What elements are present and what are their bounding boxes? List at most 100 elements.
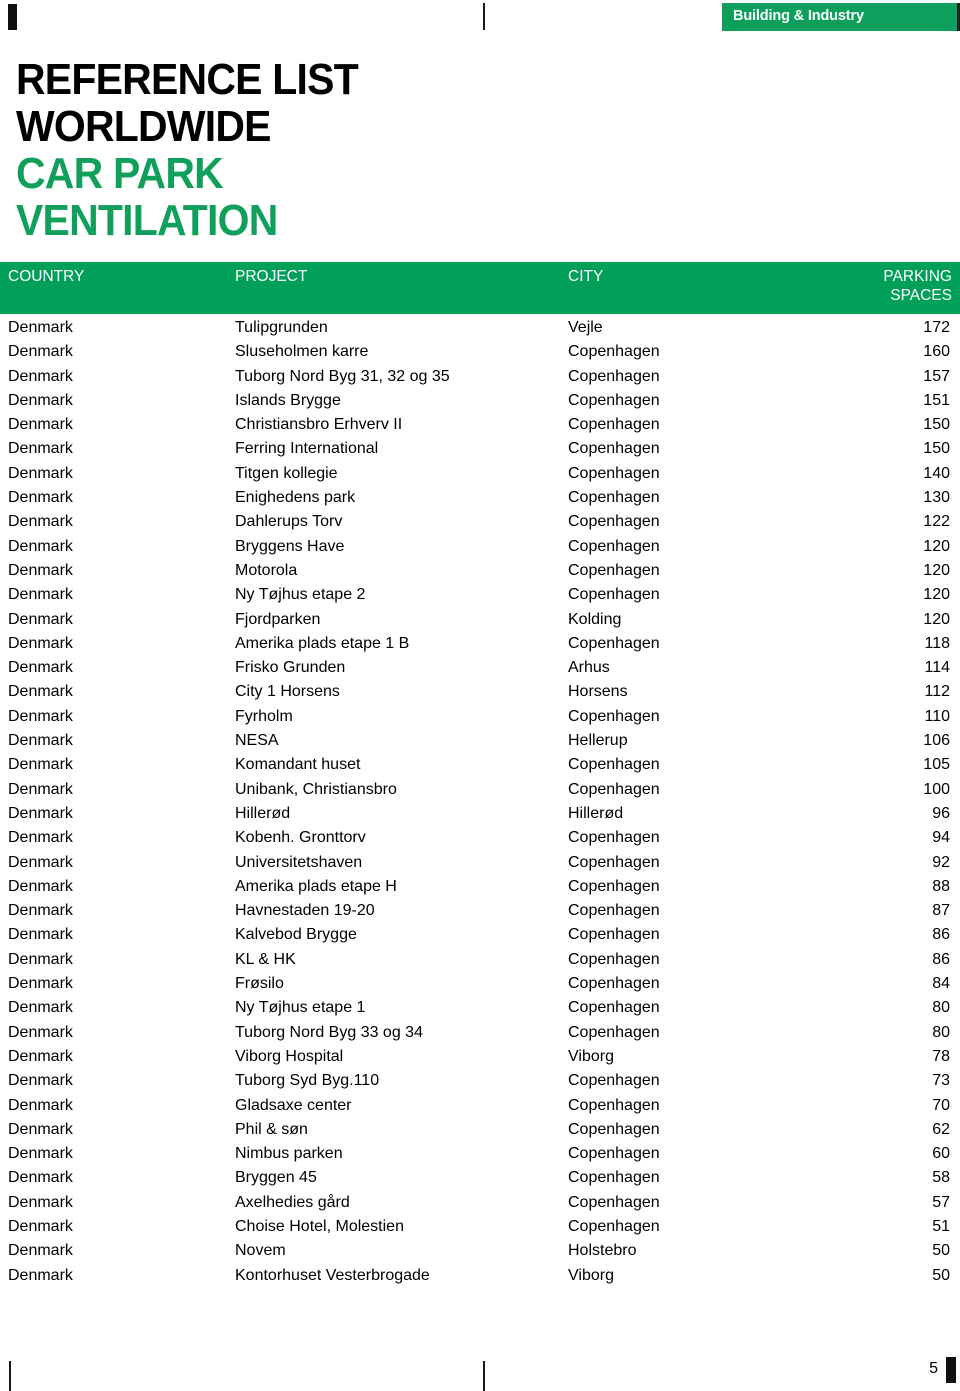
table-cell-country: Denmark: [8, 1145, 73, 1163]
table-cell-country: Denmark: [8, 610, 73, 628]
table-row: Denmark Frøsilo Copenhagen 84: [0, 972, 960, 996]
table-cell-project: Christiansbro Erhverv II: [235, 416, 403, 434]
table-cell-parking-spaces: 96: [932, 804, 950, 822]
table-cell-country: Denmark: [8, 829, 73, 847]
table-cell-project: Fjordparken: [235, 610, 321, 628]
table-cell-country: Denmark: [8, 343, 73, 361]
table-cell-country: Denmark: [8, 950, 73, 968]
table-cell-project: Ny Tøjhus etape 2: [235, 586, 366, 604]
table-cell-project: Kontorhuset Vesterbrogade: [235, 1266, 430, 1284]
table-cell-city: Copenhagen: [568, 440, 660, 458]
table-cell-project: Axelhedies gård: [235, 1193, 350, 1211]
table-row: Denmark Amerika plads etape H Copenhagen 88: [0, 875, 960, 899]
table-row: Denmark Frisko Grunden Arhus 114: [0, 656, 960, 680]
page-number: 5: [929, 1360, 938, 1377]
crop-mark-bottom-center-icon: [483, 1361, 485, 1391]
crop-mark-bottom-left-icon: [9, 1361, 11, 1391]
table-cell-country: Denmark: [8, 1169, 73, 1187]
table-cell-country: Denmark: [8, 586, 73, 604]
table-cell-project: Frisko Grunden: [235, 659, 346, 677]
page-title: REFERENCE LIST WORLDWIDE CAR PARK VENTIL…: [16, 56, 536, 244]
table-cell-project: KL & HK: [235, 950, 296, 968]
table-cell-country: Denmark: [8, 707, 73, 725]
table-cell-city: Copenhagen: [568, 829, 660, 847]
column-header-project: PROJECT: [235, 268, 308, 285]
table-cell-parking-spaces: 120: [923, 537, 950, 555]
table-cell-parking-spaces: 120: [923, 610, 950, 628]
table-cell-country: Denmark: [8, 1266, 73, 1284]
table-cell-parking-spaces: 130: [923, 489, 950, 507]
table-cell-project: Havnestaden 19-20: [235, 902, 375, 920]
table-cell-country: Denmark: [8, 634, 73, 652]
table-cell-project: Fyrholm: [235, 707, 293, 725]
table-cell-project: Kobenh. Gronttorv: [235, 829, 366, 847]
table-cell-country: Denmark: [8, 391, 73, 409]
table-cell-city: Copenhagen: [568, 853, 660, 871]
table-cell-parking-spaces: 58: [932, 1169, 950, 1187]
table-cell-country: Denmark: [8, 416, 73, 434]
table-cell-project: Titgen kollegie: [235, 464, 338, 482]
table-cell-parking-spaces: 70: [932, 1096, 950, 1114]
table-cell-city: Copenhagen: [568, 877, 660, 895]
table-cell-country: Denmark: [8, 902, 73, 920]
table-cell-parking-spaces: 92: [932, 853, 950, 871]
table-cell-country: Denmark: [8, 1096, 73, 1114]
table-row: Denmark Titgen kollegie Copenhagen 140: [0, 462, 960, 486]
table-cell-parking-spaces: 88: [932, 877, 950, 895]
table-row: Denmark Hillerød Hillerød 96: [0, 802, 960, 826]
table-cell-parking-spaces: 140: [923, 464, 950, 482]
table-cell-city: Holstebro: [568, 1242, 637, 1260]
table-cell-project: Phil & søn: [235, 1120, 308, 1138]
table-cell-city: Copenhagen: [568, 1072, 660, 1090]
table-cell-country: Denmark: [8, 1120, 73, 1138]
table-cell-parking-spaces: 80: [932, 1023, 950, 1041]
table-cell-city: Viborg: [568, 1047, 614, 1065]
table-cell-city: Copenhagen: [568, 1023, 660, 1041]
table-cell-country: Denmark: [8, 853, 73, 871]
table-cell-country: Denmark: [8, 1023, 73, 1041]
table-cell-parking-spaces: 84: [932, 975, 950, 993]
table-cell-country: Denmark: [8, 489, 73, 507]
table-row: Denmark NESA Hellerup 106: [0, 729, 960, 753]
table-row: Denmark Bryggens Have Copenhagen 120: [0, 535, 960, 559]
table-cell-country: Denmark: [8, 367, 73, 385]
table-cell-country: Denmark: [8, 756, 73, 774]
table-row: Denmark Fjordparken Kolding 120: [0, 608, 960, 632]
table-row: Denmark Unibank, Christiansbro Copenhagen 1…: [0, 778, 960, 802]
table-cell-city: Copenhagen: [568, 780, 660, 798]
reference-table: COUNTRY PROJECT CITY PARKING SPACES Denm…: [0, 262, 960, 1288]
table-cell-city: Viborg: [568, 1266, 614, 1284]
column-header-parking-spaces: PARKING SPACES: [792, 267, 952, 305]
page-title-line-1: REFERENCE LIST: [16, 55, 359, 104]
table-cell-city: Copenhagen: [568, 464, 660, 482]
table-row: Denmark Gladsaxe center Copenhagen 70: [0, 1094, 960, 1118]
table-cell-country: Denmark: [8, 1193, 73, 1211]
table-cell-city: Copenhagen: [568, 1193, 660, 1211]
table-cell-country: Denmark: [8, 561, 73, 579]
crop-mark-top-center-icon: [483, 3, 485, 30]
table-cell-parking-spaces: 114: [924, 659, 950, 677]
table-cell-city: Arhus: [568, 659, 610, 677]
column-header-parking-spaces-line-2: SPACES: [890, 287, 952, 304]
page-title-line-4: VENTILATION: [16, 196, 278, 245]
table-row: Denmark Kobenh. Gronttorv Copenhagen 94: [0, 826, 960, 850]
table-cell-country: Denmark: [8, 1217, 73, 1235]
table-cell-country: Denmark: [8, 683, 73, 701]
table-cell-parking-spaces: 50: [932, 1242, 950, 1260]
crop-mark-top-left-icon: [8, 4, 17, 30]
table-cell-project: Universitetshaven: [235, 853, 363, 871]
table-cell-project: Enighedens park: [235, 489, 356, 507]
table-body: Denmark Tulipgrunden Vejle 172 Denmark Sluseh…: [0, 314, 960, 1288]
table-cell-city: Copenhagen: [568, 586, 660, 604]
table-header-row: COUNTRY PROJECT CITY PARKING SPACES: [0, 262, 960, 314]
table-row: Denmark Nimbus parken Copenhagen 60: [0, 1142, 960, 1166]
table-cell-project: Bryggen 45: [235, 1169, 317, 1187]
table-cell-project: Tuborg Syd Byg.110: [235, 1072, 380, 1090]
table-cell-parking-spaces: 151: [923, 391, 950, 409]
table-cell-project: Tuborg Nord Byg 33 og 34: [235, 1023, 423, 1041]
table-row: Denmark City 1 Horsens Horsens 112: [0, 680, 960, 704]
table-cell-project: Amerika plads etape H: [235, 877, 397, 895]
table-row: Denmark Ny Tøjhus etape 1 Copenhagen 80: [0, 996, 960, 1020]
table-cell-project: Ny Tøjhus etape 1: [235, 999, 366, 1017]
table-cell-city: Kolding: [568, 610, 622, 628]
